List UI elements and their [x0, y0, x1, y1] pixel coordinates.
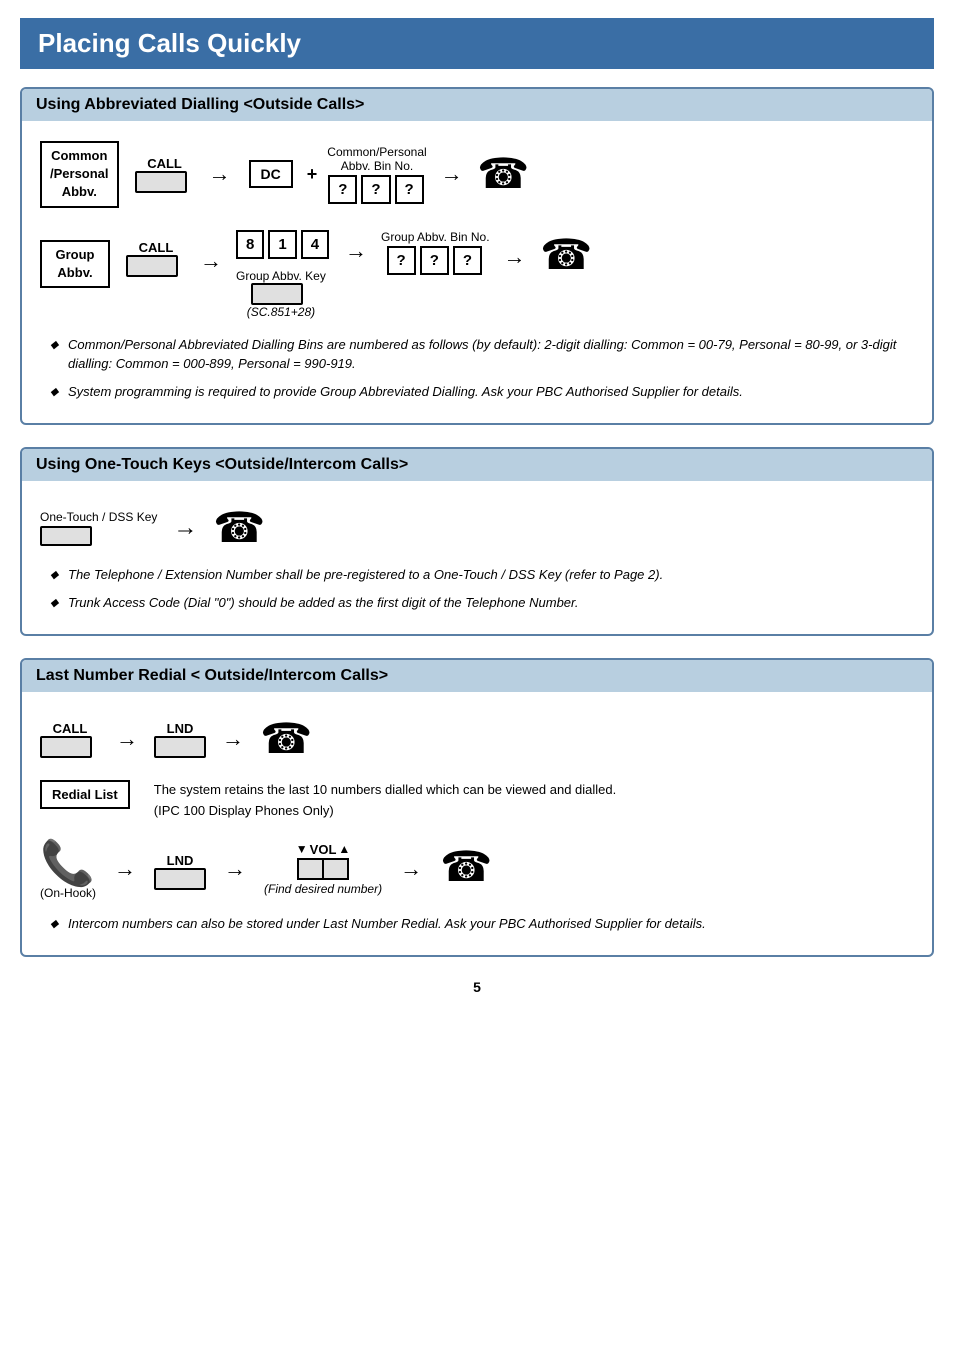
q-box-1: ?	[328, 175, 357, 204]
section-one-touch: Using One-Touch Keys <Outside/Intercom C…	[20, 447, 934, 636]
section3-bullets: Intercom numbers can also be stored unde…	[40, 914, 914, 934]
arrow-s3-5: →	[400, 856, 422, 882]
call-key-row2	[126, 255, 178, 277]
section2-header: Using One-Touch Keys <Outside/Intercom C…	[22, 449, 932, 481]
one-touch-key	[40, 526, 92, 546]
group-abbv-key-label: Group Abbv. Key	[236, 269, 326, 283]
common-personal-label: Common /Personal Abbv.	[40, 141, 119, 208]
on-hook-phone-icon: 📞	[40, 842, 95, 886]
arrow-1: →	[209, 161, 231, 187]
vol-label: VOL	[310, 842, 337, 857]
q-box-5: ?	[420, 246, 449, 275]
vol-key-right	[323, 858, 349, 880]
group-abbv-label: Group Abbv.	[40, 240, 110, 288]
arrow-5: →	[504, 244, 526, 270]
sc-note: (SC.851+28)	[247, 305, 315, 319]
one-touch-key-label: One-Touch / DSS Key	[40, 510, 157, 524]
section1-header: Using Abbreviated Dialling <Outside Call…	[22, 89, 932, 121]
digit-1: 1	[268, 230, 296, 259]
abbv-bin-label: Common/Personal Abbv. Bin No.	[327, 145, 426, 173]
q-box-4: ?	[387, 246, 416, 275]
arrow-2: →	[441, 161, 463, 187]
handset-icon-1: ☎	[477, 153, 529, 195]
on-hook-label: (On-Hook)	[40, 886, 96, 900]
redial-list-box: Redial List	[40, 780, 130, 809]
arrow-4: →	[345, 238, 367, 264]
section-last-number-redial: Last Number Redial < Outside/Intercom Ca…	[20, 658, 934, 957]
lnd-label-s3: LND	[167, 721, 194, 736]
arrow-s3-2: →	[222, 726, 244, 752]
page-number: 5	[20, 979, 934, 995]
call-label-row1: CALL	[147, 156, 182, 171]
group-abbv-key	[251, 283, 303, 305]
q-box-3: ?	[395, 175, 424, 204]
arrow-s3-3: →	[114, 856, 136, 882]
vol-key-left	[297, 858, 323, 880]
section2-bullets: The Telephone / Extension Number shall b…	[40, 565, 914, 612]
call-label-s3: CALL	[53, 721, 88, 736]
handset-icon-5: ☎	[440, 846, 492, 888]
handset-icon-4: ☎	[260, 718, 312, 760]
bullet-1: Common/Personal Abbreviated Dialling Bin…	[50, 335, 904, 374]
plus-sign: +	[307, 164, 318, 185]
bullet-s2-2: Trunk Access Code (Dial "0") should be a…	[50, 593, 904, 613]
lnd-key-2	[154, 868, 206, 890]
arrow-3: →	[200, 248, 222, 274]
arrow-s3-1: →	[116, 726, 138, 752]
handset-icon-3: ☎	[213, 507, 265, 549]
lnd-key	[154, 736, 206, 758]
call-key-s3	[40, 736, 92, 758]
handset-icon-2: ☎	[540, 234, 592, 276]
lnd-label-s3-2: LND	[167, 853, 194, 868]
arrow-s3-4: →	[224, 856, 246, 882]
vol-up-arrow: ▲	[338, 842, 350, 856]
q-box-2: ?	[361, 175, 390, 204]
dc-box: DC	[249, 160, 293, 188]
find-desired-label: (Find desired number)	[264, 882, 382, 896]
call-key-row1	[135, 171, 187, 193]
redial-info: The system retains the last 10 numbers d…	[154, 780, 616, 822]
bullet-s3-1: Intercom numbers can also be stored unde…	[50, 914, 904, 934]
bullet-s2-1: The Telephone / Extension Number shall b…	[50, 565, 904, 585]
page-title: Placing Calls Quickly	[20, 18, 934, 69]
bullet-2: System programming is required to provid…	[50, 382, 904, 402]
digit-8: 8	[236, 230, 264, 259]
section-abbreviated-dialling: Using Abbreviated Dialling <Outside Call…	[20, 87, 934, 425]
section3-header: Last Number Redial < Outside/Intercom Ca…	[22, 660, 932, 692]
q-box-6: ?	[453, 246, 482, 275]
group-abbv-bin-label: Group Abbv. Bin No.	[381, 230, 490, 244]
vol-down-arrow: ▼	[296, 842, 308, 856]
digit-4: 4	[301, 230, 329, 259]
arrow-onetone: →	[173, 514, 197, 542]
section1-bullets: Common/Personal Abbreviated Dialling Bin…	[40, 335, 914, 402]
call-label-row2: CALL	[139, 240, 174, 255]
